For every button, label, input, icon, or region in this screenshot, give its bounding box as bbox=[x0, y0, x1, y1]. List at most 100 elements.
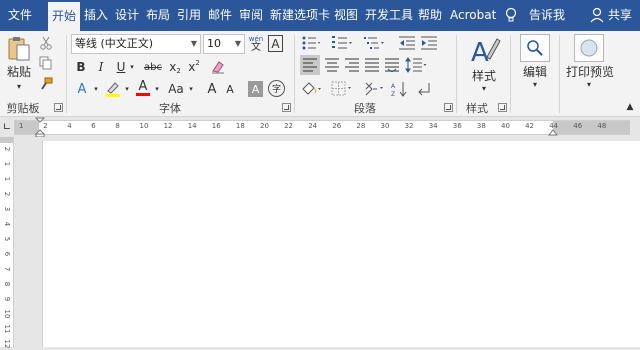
increase-indent-icon[interactable] bbox=[420, 35, 438, 51]
tab-developer[interactable]: 开发工具 bbox=[361, 0, 417, 31]
font-group-label: 字体 bbox=[159, 102, 181, 115]
document-area bbox=[14, 137, 640, 347]
styles-dropdown[interactable]: ▾ bbox=[476, 83, 492, 93]
collapse-ribbon-icon[interactable]: ▲ bbox=[624, 101, 636, 113]
decrease-indent-icon[interactable] bbox=[398, 35, 416, 51]
ruler-margin-right bbox=[553, 121, 630, 134]
document-page[interactable] bbox=[42, 141, 640, 347]
editing-dropdown[interactable]: ▾ bbox=[527, 79, 543, 89]
cut-icon[interactable] bbox=[38, 35, 54, 51]
change-case-dropdown[interactable]: ▾ bbox=[187, 80, 195, 98]
paste-icon[interactable] bbox=[4, 35, 34, 63]
shading-icon[interactable] bbox=[300, 80, 322, 98]
align-right-icon[interactable] bbox=[342, 55, 362, 75]
clipboard-launcher-icon[interactable] bbox=[54, 103, 63, 112]
superscript-mark: 2 bbox=[195, 59, 200, 67]
font-name-select[interactable]: 等线 (中文正文) ▼ bbox=[71, 34, 201, 54]
svg-text:Z: Z bbox=[391, 91, 395, 97]
tab-selector-icon[interactable]: ∟ bbox=[1, 121, 13, 133]
ruler-mark: 40 bbox=[501, 122, 510, 130]
right-indent-marker[interactable] bbox=[548, 128, 558, 136]
bullets-icon[interactable] bbox=[300, 35, 322, 51]
tab-file[interactable]: 文件 bbox=[4, 0, 36, 31]
vertical-ruler[interactable]: 2 1 1 2 3 4 5 6 7 8 9 10 11 12 bbox=[0, 137, 14, 348]
print-preview-icon[interactable] bbox=[574, 34, 604, 62]
styles-icon[interactable]: A bbox=[462, 34, 506, 68]
align-center-icon[interactable] bbox=[322, 55, 342, 75]
paste-dropdown[interactable]: ▾ bbox=[10, 81, 28, 91]
tab-home[interactable]: 开始 bbox=[48, 2, 81, 31]
tell-me-label[interactable]: 告诉我 bbox=[529, 0, 565, 31]
print-preview-dropdown[interactable]: ▾ bbox=[581, 79, 597, 89]
copy-icon[interactable] bbox=[38, 55, 54, 71]
character-shading-button[interactable]: A bbox=[248, 81, 263, 97]
enclose-characters-button[interactable]: 字 bbox=[268, 80, 285, 97]
user-icon[interactable] bbox=[590, 0, 604, 31]
tab-layout[interactable]: 布局 bbox=[142, 0, 174, 31]
sort-icon[interactable]: AZ bbox=[390, 80, 412, 98]
print-preview-button[interactable]: 打印预览 bbox=[562, 64, 618, 79]
text-effects-button[interactable]: A bbox=[74, 80, 90, 98]
text-effects-dropdown[interactable]: ▾ bbox=[92, 80, 100, 98]
underline-button[interactable]: U bbox=[114, 59, 128, 75]
underline-dropdown[interactable]: ▾ bbox=[128, 59, 136, 75]
chinese-layout-icon[interactable] bbox=[362, 80, 386, 98]
superscript-button[interactable]: x2 bbox=[186, 59, 202, 75]
paste-button[interactable]: 粘贴 bbox=[4, 64, 34, 79]
change-case-button[interactable]: Aa bbox=[166, 80, 186, 98]
tab-design[interactable]: 设计 bbox=[111, 0, 143, 31]
tab-new[interactable]: 新建选项卡 bbox=[266, 0, 334, 31]
tab-acrobat[interactable]: Acrobat bbox=[446, 0, 500, 31]
show-marks-icon[interactable] bbox=[414, 80, 434, 98]
first-line-indent-marker[interactable] bbox=[35, 117, 45, 137]
shrink-font-button[interactable]: A bbox=[222, 80, 238, 98]
lightbulb-icon[interactable] bbox=[504, 0, 518, 31]
tab-view[interactable]: 视图 bbox=[330, 0, 362, 31]
styles-launcher-icon[interactable] bbox=[498, 103, 507, 112]
borders-icon[interactable] bbox=[330, 80, 354, 98]
justify-icon[interactable] bbox=[362, 55, 382, 75]
superscript-label: x bbox=[188, 60, 196, 74]
font-color-swatch bbox=[136, 93, 150, 96]
grow-font-button[interactable]: A bbox=[204, 80, 220, 98]
ruler-mark: 48 bbox=[597, 122, 607, 130]
multilevel-list-icon[interactable] bbox=[362, 35, 386, 51]
italic-button[interactable]: I bbox=[94, 59, 108, 75]
font-launcher-icon[interactable] bbox=[282, 103, 291, 112]
align-left-icon[interactable] bbox=[300, 55, 320, 75]
clear-formatting-icon[interactable] bbox=[209, 59, 227, 75]
ruler-mark: 11 bbox=[3, 324, 11, 334]
paragraph-launcher-icon[interactable] bbox=[444, 103, 453, 112]
search-icon[interactable] bbox=[520, 34, 550, 62]
bold-button[interactable]: B bbox=[74, 59, 88, 75]
font-color-dropdown[interactable]: ▾ bbox=[153, 80, 161, 98]
format-painter-icon[interactable] bbox=[38, 76, 54, 92]
separator bbox=[456, 35, 457, 113]
phonetic-guide-button[interactable]: wén 文 bbox=[248, 33, 264, 55]
character-border-button[interactable]: A bbox=[268, 35, 283, 52]
horizontal-ruler[interactable]: 1 2 4 6 8 10 12 14 16 18 20 22 24 26 28 30 32 34 36 38 40 42 4… bbox=[14, 120, 630, 135]
numbering-icon[interactable] bbox=[330, 35, 354, 51]
subscript-button[interactable]: x2 bbox=[167, 59, 183, 75]
editing-button[interactable]: 编辑 bbox=[514, 64, 556, 79]
font-size-select[interactable]: 10 ▼ bbox=[203, 34, 245, 54]
tab-references[interactable]: 引用 bbox=[173, 0, 205, 31]
ribbon: 粘贴 ▾ 剪贴板 等线 (中文正文) ▼ 10 ▼ wén 文 A B I U … bbox=[0, 31, 640, 117]
line-spacing-icon[interactable] bbox=[404, 55, 428, 75]
ruler-mark: 34 bbox=[428, 122, 438, 130]
tab-insert[interactable]: 插入 bbox=[80, 0, 112, 31]
separator bbox=[559, 35, 560, 113]
ruler-mark: 1 bbox=[3, 161, 11, 167]
ruler-mark: 22 bbox=[284, 122, 294, 130]
styles-button[interactable]: 样式 bbox=[462, 68, 506, 83]
tab-review[interactable]: 审阅 bbox=[235, 0, 267, 31]
ruler-mark: 46 bbox=[573, 122, 583, 130]
tab-help[interactable]: 帮助 bbox=[414, 0, 446, 31]
tab-mailings[interactable]: 邮件 bbox=[204, 0, 236, 31]
font-color-button[interactable]: A bbox=[135, 78, 151, 98]
distributed-icon[interactable] bbox=[382, 55, 402, 75]
strikethrough-button[interactable]: abc bbox=[143, 59, 163, 75]
highlight-icon[interactable] bbox=[104, 80, 122, 98]
share-button[interactable]: 共享 bbox=[608, 0, 632, 31]
highlight-dropdown[interactable]: ▾ bbox=[123, 80, 131, 98]
